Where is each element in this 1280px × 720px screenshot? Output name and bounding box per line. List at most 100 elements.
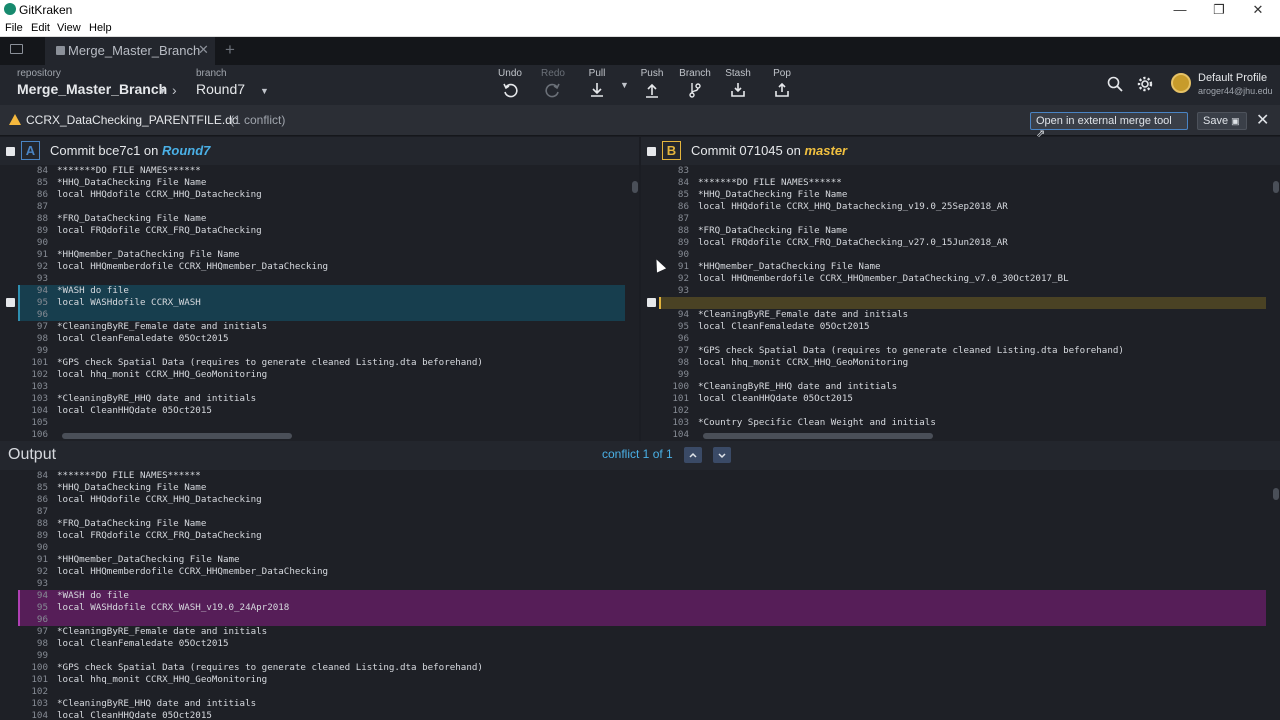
branch-caret-icon[interactable]: ▼: [260, 86, 269, 96]
pop-button[interactable]: Pop: [762, 68, 802, 98]
code-line: 87: [641, 213, 698, 225]
tab-label: Merge_Master_Branch: [68, 43, 201, 58]
line-number: 85: [36, 482, 48, 493]
pull-options-caret-icon[interactable]: ▼: [620, 80, 629, 90]
line-number: 88: [36, 213, 48, 224]
line-number: 87: [36, 506, 48, 517]
code-line: 101 local CleanHHQdate 05Oct2015: [641, 393, 853, 405]
repository-caret-icon[interactable]: ▼: [158, 86, 167, 96]
push-up-arrow-icon: [646, 83, 658, 98]
line-number: 84: [36, 470, 48, 481]
code-line: 87: [0, 201, 57, 213]
line-number: 87: [677, 213, 689, 224]
line-number: 103: [672, 417, 689, 428]
branch-selector[interactable]: Round7: [196, 81, 245, 97]
pane-a-checkbox[interactable]: [6, 147, 15, 156]
line-number: 103: [31, 393, 48, 404]
line-text: local FRQdofile CCRX_FRQ_DataChecking: [57, 530, 262, 541]
conflict-count: (1 conflict): [230, 113, 286, 127]
profile-email: aroger44@jhu.edu: [1198, 86, 1273, 96]
save-button[interactable]: Save ▣: [1197, 112, 1247, 130]
stash-icon: [731, 83, 745, 97]
pane-a-vscroll[interactable]: [632, 181, 638, 193]
line-number: 95: [36, 602, 48, 613]
stash-label: Stash: [725, 68, 751, 79]
maximize-button[interactable]: ❐: [1209, 1, 1229, 19]
line-text: local FRQdofile CCRX_FRQ_DataChecking_v2…: [698, 237, 1008, 248]
tab-close-icon[interactable]: ✕: [198, 42, 209, 58]
menu-file[interactable]: File: [5, 22, 23, 34]
line-number: 101: [31, 357, 48, 368]
pane-b-conflict-hunk[interactable]: [659, 297, 1266, 309]
folder-icon[interactable]: [10, 44, 23, 54]
menu-view[interactable]: View: [57, 22, 81, 34]
next-conflict-button[interactable]: [713, 447, 731, 463]
line-text: *CleaningByRE_Female date and initials: [57, 321, 268, 332]
line-number: 91: [36, 554, 48, 565]
line-text: local hhq_monit CCRX_HHQ_GeoMonitoring: [57, 674, 268, 685]
pane-b: B Commit 071045 on master 83 84 *******DO …: [641, 137, 1280, 441]
open-external-merge-tool-button[interactable]: Open in external merge tool ⇗: [1030, 112, 1188, 140]
code-line: 87: [0, 506, 57, 518]
line-number: 91: [677, 261, 689, 272]
code-line: 91 *HHQmember_DataChecking File Name: [641, 261, 881, 273]
line-number: 98: [36, 638, 48, 649]
code-line: 88 *FRQ_DataChecking File Name: [0, 213, 206, 225]
pull-button[interactable]: Pull: [577, 68, 617, 98]
code-line: 84 *******DO FILE NAMES******: [641, 177, 842, 189]
line-number: 97: [36, 321, 48, 332]
close-window-button[interactable]: ✕: [1248, 1, 1268, 19]
line-number: 99: [36, 345, 48, 356]
line-number: 83: [677, 165, 689, 176]
avatar[interactable]: [1171, 73, 1191, 93]
branch-icon: [689, 83, 701, 98]
minimize-button[interactable]: —: [1170, 1, 1190, 19]
output-vscroll[interactable]: [1273, 488, 1279, 500]
line-text: local CleanHHQdate 05Oct2015: [57, 405, 212, 416]
branch-action-label: Branch: [679, 68, 711, 79]
search-icon[interactable]: [1107, 76, 1123, 92]
conflict-file-name: CCRX_DataChecking_PARENTFILE.do: [26, 113, 239, 127]
warning-icon: [9, 114, 21, 125]
line-text: *WASH do file: [57, 285, 129, 296]
tab-merge-master-branch[interactable]: Merge_Master_Branch ✕: [45, 37, 215, 65]
pane-b-hscroll[interactable]: [703, 433, 933, 439]
code-line: 84 *******DO FILE NAMES******: [0, 165, 201, 177]
pane-a-hscroll[interactable]: [62, 433, 292, 439]
repository-selector[interactable]: Merge_Master_Branch: [17, 81, 167, 97]
menu-edit[interactable]: Edit: [31, 22, 50, 34]
undo-button[interactable]: Undo: [490, 68, 530, 98]
undo-icon: [503, 83, 518, 98]
line-number: 96: [36, 614, 48, 625]
code-line: 88 *FRQ_DataChecking File Name: [0, 518, 206, 530]
add-tab-button[interactable]: +: [225, 40, 235, 60]
line-text: *FRQ_DataChecking File Name: [57, 518, 207, 529]
line-number: 95: [677, 321, 689, 332]
code-line: 104: [641, 429, 698, 441]
line-number: 85: [36, 177, 48, 188]
previous-conflict-button[interactable]: [684, 447, 702, 463]
line-text: local HHQmemberdofile CCRX_HHQmember_Dat…: [57, 566, 329, 577]
pane-b-vscroll[interactable]: [1273, 181, 1279, 193]
menu-help[interactable]: Help: [89, 22, 112, 34]
stash-button[interactable]: Stash: [718, 68, 758, 98]
code-line: 103 *Country Specific Clean Weight and in…: [641, 417, 935, 429]
profile-name[interactable]: Default Profile: [1198, 72, 1267, 84]
code-line: 95 local CleanFemaledate 05Oct2015: [641, 321, 870, 333]
line-number: 98: [36, 333, 48, 344]
pane-a-commit: Commit bce7c1 on: [50, 143, 159, 158]
close-merge-icon[interactable]: ✕: [1256, 110, 1269, 130]
code-line: 83: [641, 165, 698, 177]
redo-button[interactable]: Redo: [533, 68, 573, 98]
code-line: 93: [0, 578, 57, 590]
gear-icon[interactable]: [1137, 76, 1153, 92]
push-label: Push: [640, 68, 664, 79]
code-line: 97 *CleaningByRE_Female date and initials: [0, 321, 267, 333]
pane-b-checkbox[interactable]: [647, 147, 656, 156]
code-line: 103 *CleaningByRE_HHQ date and intitials: [0, 393, 256, 405]
line-number: 94: [36, 285, 48, 296]
branch-button[interactable]: Branch: [675, 68, 715, 98]
code-line: 90: [0, 237, 57, 249]
line-number: 102: [672, 405, 689, 416]
push-button[interactable]: Push: [632, 68, 672, 98]
